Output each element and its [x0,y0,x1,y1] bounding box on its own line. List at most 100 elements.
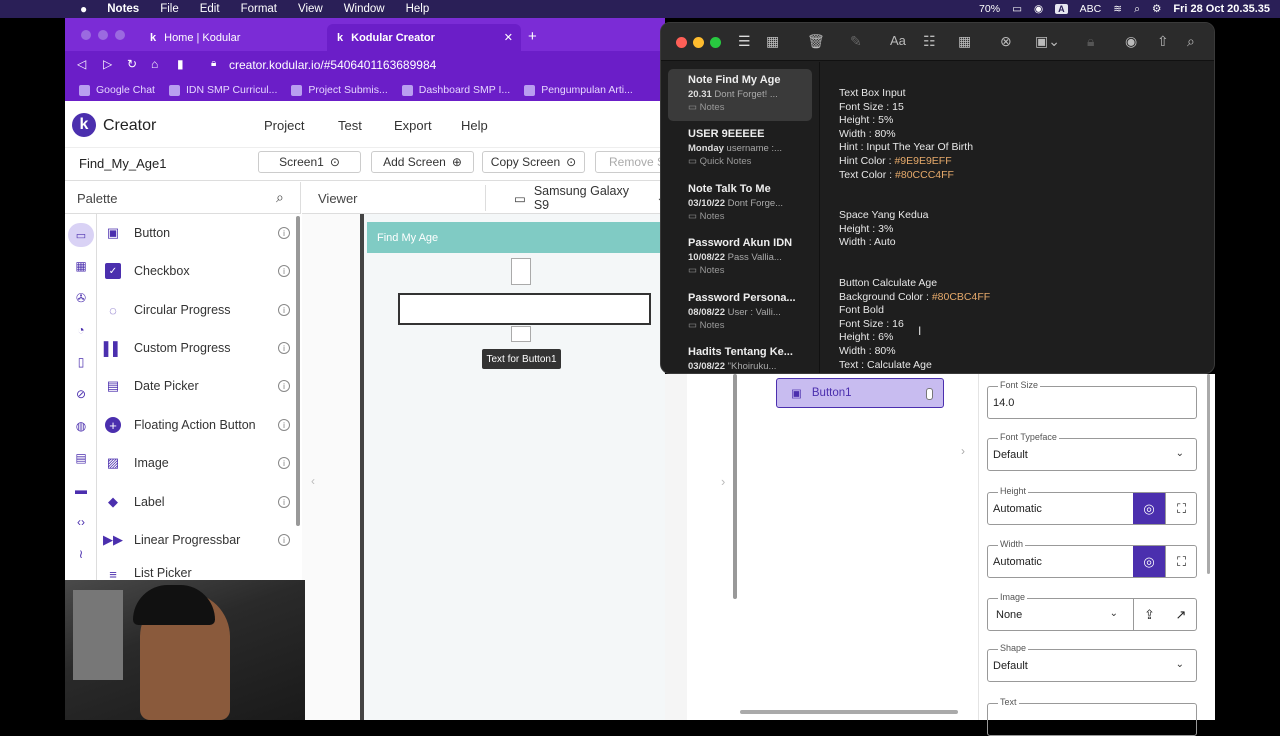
apple-icon[interactable]: ● [80,2,87,16]
palette-item-circular-progress[interactable]: ◌ Circular Progress i [105,291,290,329]
width-field[interactable]: Width Automatic ◎ ⛶ [987,539,1197,578]
shape-select[interactable]: Shape Default ⌄ [987,643,1197,682]
input-source[interactable]: ABC [1080,3,1102,15]
textbox-component[interactable] [398,293,651,325]
search-icon[interactable]: ⌕ [1134,3,1140,16]
properties-scrollbar[interactable] [1207,374,1210,574]
viewer-next-icon[interactable]: › [721,474,725,489]
toggle-visibility-icon[interactable] [926,388,933,400]
info-icon[interactable]: i [278,304,290,316]
note-item[interactable]: Password Akun IDN 10/08/22 Pass Vallia..… [668,232,812,284]
window-close-dot[interactable] [81,30,91,40]
share-icon[interactable]: ⇧ [1157,33,1169,50]
info-icon[interactable]: i [278,496,290,508]
info-icon[interactable]: i [278,534,290,546]
screen-select[interactable]: Screen1 ⊙ [258,151,361,173]
auto-size-icon[interactable]: ◎ [1133,546,1165,577]
control-center-icon[interactable]: ⚙ [1152,3,1161,15]
link-attach-icon[interactable]: ⊗ [1000,33,1012,50]
back-icon[interactable]: ◁ [77,57,86,71]
media-icon[interactable]: ▣⌄ [1035,33,1060,50]
window-max-dot[interactable] [115,30,125,40]
menu-view[interactable]: View [298,3,323,15]
auto-size-icon[interactable]: ◎ [1133,493,1165,524]
gallery-view-icon[interactable]: ▦ [766,33,779,50]
note-editor[interactable]: Text Box Input Font Size : 15 Height : 5… [839,87,1199,373]
nav-test[interactable]: Test [338,118,362,133]
battery-icon[interactable]: ▭ [1012,3,1022,15]
user-icon[interactable]: ◉ [1034,3,1043,15]
rail-user-interface-icon[interactable]: ▭ [68,223,94,247]
rail-drawing-icon[interactable]: ◔ [74,323,88,337]
panel-expand-icon[interactable]: › [961,444,965,458]
info-icon[interactable]: i [278,457,290,469]
font-typeface-select[interactable]: Font Typeface Default ⌄ [987,432,1197,471]
fill-parent-icon[interactable]: ⛶ [1165,493,1197,524]
trash-icon[interactable]: 🗑︎ [807,33,825,50]
menu-help[interactable]: Help [406,3,430,15]
table-icon[interactable]: ▦ [958,33,971,50]
rail-social-icon[interactable]: ◍ [74,419,88,433]
menu-format[interactable]: Format [241,3,277,15]
url-input[interactable]: creator.kodular.io/#5406401163689984 [229,58,436,72]
compose-icon[interactable]: ✎ [850,33,862,50]
lock-note-icon[interactable]: 🔒︎ [1087,33,1094,50]
bookmark-dashboard[interactable]: Dashboard SMP I... [401,84,510,96]
info-icon[interactable]: i [278,419,290,431]
reload-icon[interactable]: ↻ [127,57,137,71]
upload-icon[interactable]: ⇪ [1133,599,1165,630]
palette-search-icon[interactable]: ⌕ [276,189,284,206]
palette-item-label[interactable]: ◆ Label i [105,483,290,521]
height-field[interactable]: Height Automatic ◎ ⛶ [987,486,1197,525]
list-view-icon[interactable]: ☰ [738,33,751,50]
bookmark-google-chat[interactable]: Google Chat [79,84,155,96]
home-icon[interactable]: ⌂ [151,57,158,71]
bookmark-icon[interactable]: ▮ [177,57,184,71]
rail-connectivity-icon[interactable]: ▬ [74,483,88,497]
wifi-icon[interactable]: ≋ [1113,3,1122,15]
nav-help[interactable]: Help [461,118,488,133]
note-item[interactable]: Note Find My Age 20.31 Dont Forget! ... … [668,69,812,121]
info-icon[interactable]: i [278,342,290,354]
close-window-dot[interactable] [676,37,687,48]
info-icon[interactable]: i [278,227,290,239]
rail-sensors-icon[interactable]: ⊘ [74,387,88,401]
note-item[interactable]: Note Talk To Me 03/10/22 Dont Forge... ▭… [668,178,812,230]
palette-scrollbar[interactable] [296,216,300,526]
window-min-dot[interactable] [98,30,108,40]
rail-rss-icon[interactable]: ≀ [74,547,88,561]
minimize-window-dot[interactable] [693,37,704,48]
bookmark-project[interactable]: Project Submis... [291,84,388,96]
rail-maps-icon[interactable]: ▯ [74,355,88,369]
palette-item-list-picker[interactable]: ≡ List Picker [105,566,290,580]
note-item[interactable]: Password Persona... 08/08/22 User : Vall… [668,287,812,339]
nav-export[interactable]: Export [394,118,432,133]
info-icon[interactable]: i [278,265,290,277]
palette-item-custom-progress[interactable]: ▌▌ Custom Progress i [104,329,290,367]
palette-item-linear-progressbar[interactable]: ▶▶ Linear Progressbar i [103,521,290,559]
rail-media-icon[interactable]: ✇ [74,291,88,305]
nav-project[interactable]: Project [264,118,304,133]
checklist-icon[interactable]: ☷ [923,33,936,50]
input-badge-icon[interactable]: A [1055,4,1068,14]
palette-item-checkbox[interactable]: ✓ Checkbox i [105,252,290,290]
bookmark-idn[interactable]: IDN SMP Curricul... [168,84,277,96]
forward-icon[interactable]: ▷ [103,57,112,71]
new-tab-icon[interactable]: + [528,28,537,45]
palette-item-image[interactable]: ▨ Image i [105,444,290,482]
palette-item-date-picker[interactable]: ▤ Date Picker i [105,367,290,405]
h-scrollbar[interactable] [740,710,958,714]
info-icon[interactable]: i [278,380,290,392]
collaborate-icon[interactable]: ◉ [1125,33,1137,50]
add-screen-button[interactable]: Add Screen ⊕ [371,151,474,173]
rail-layout-icon[interactable]: ▦ [74,259,88,273]
fill-parent-icon[interactable]: ⛶ [1165,546,1197,577]
note-item[interactable]: Hadits Tentang Ke... 03/08/22 "Khoiruku.… [668,341,812,373]
menu-app-notes[interactable]: Notes [107,3,139,15]
tree-item-button1[interactable]: ▣ Button1 [776,378,944,408]
rail-code-icon[interactable]: ‹› [74,515,88,529]
format-text-icon[interactable]: Aa [890,33,906,48]
maximize-window-dot[interactable] [710,37,721,48]
menu-edit[interactable]: Edit [200,3,220,15]
components-scrollbar[interactable] [733,374,737,599]
